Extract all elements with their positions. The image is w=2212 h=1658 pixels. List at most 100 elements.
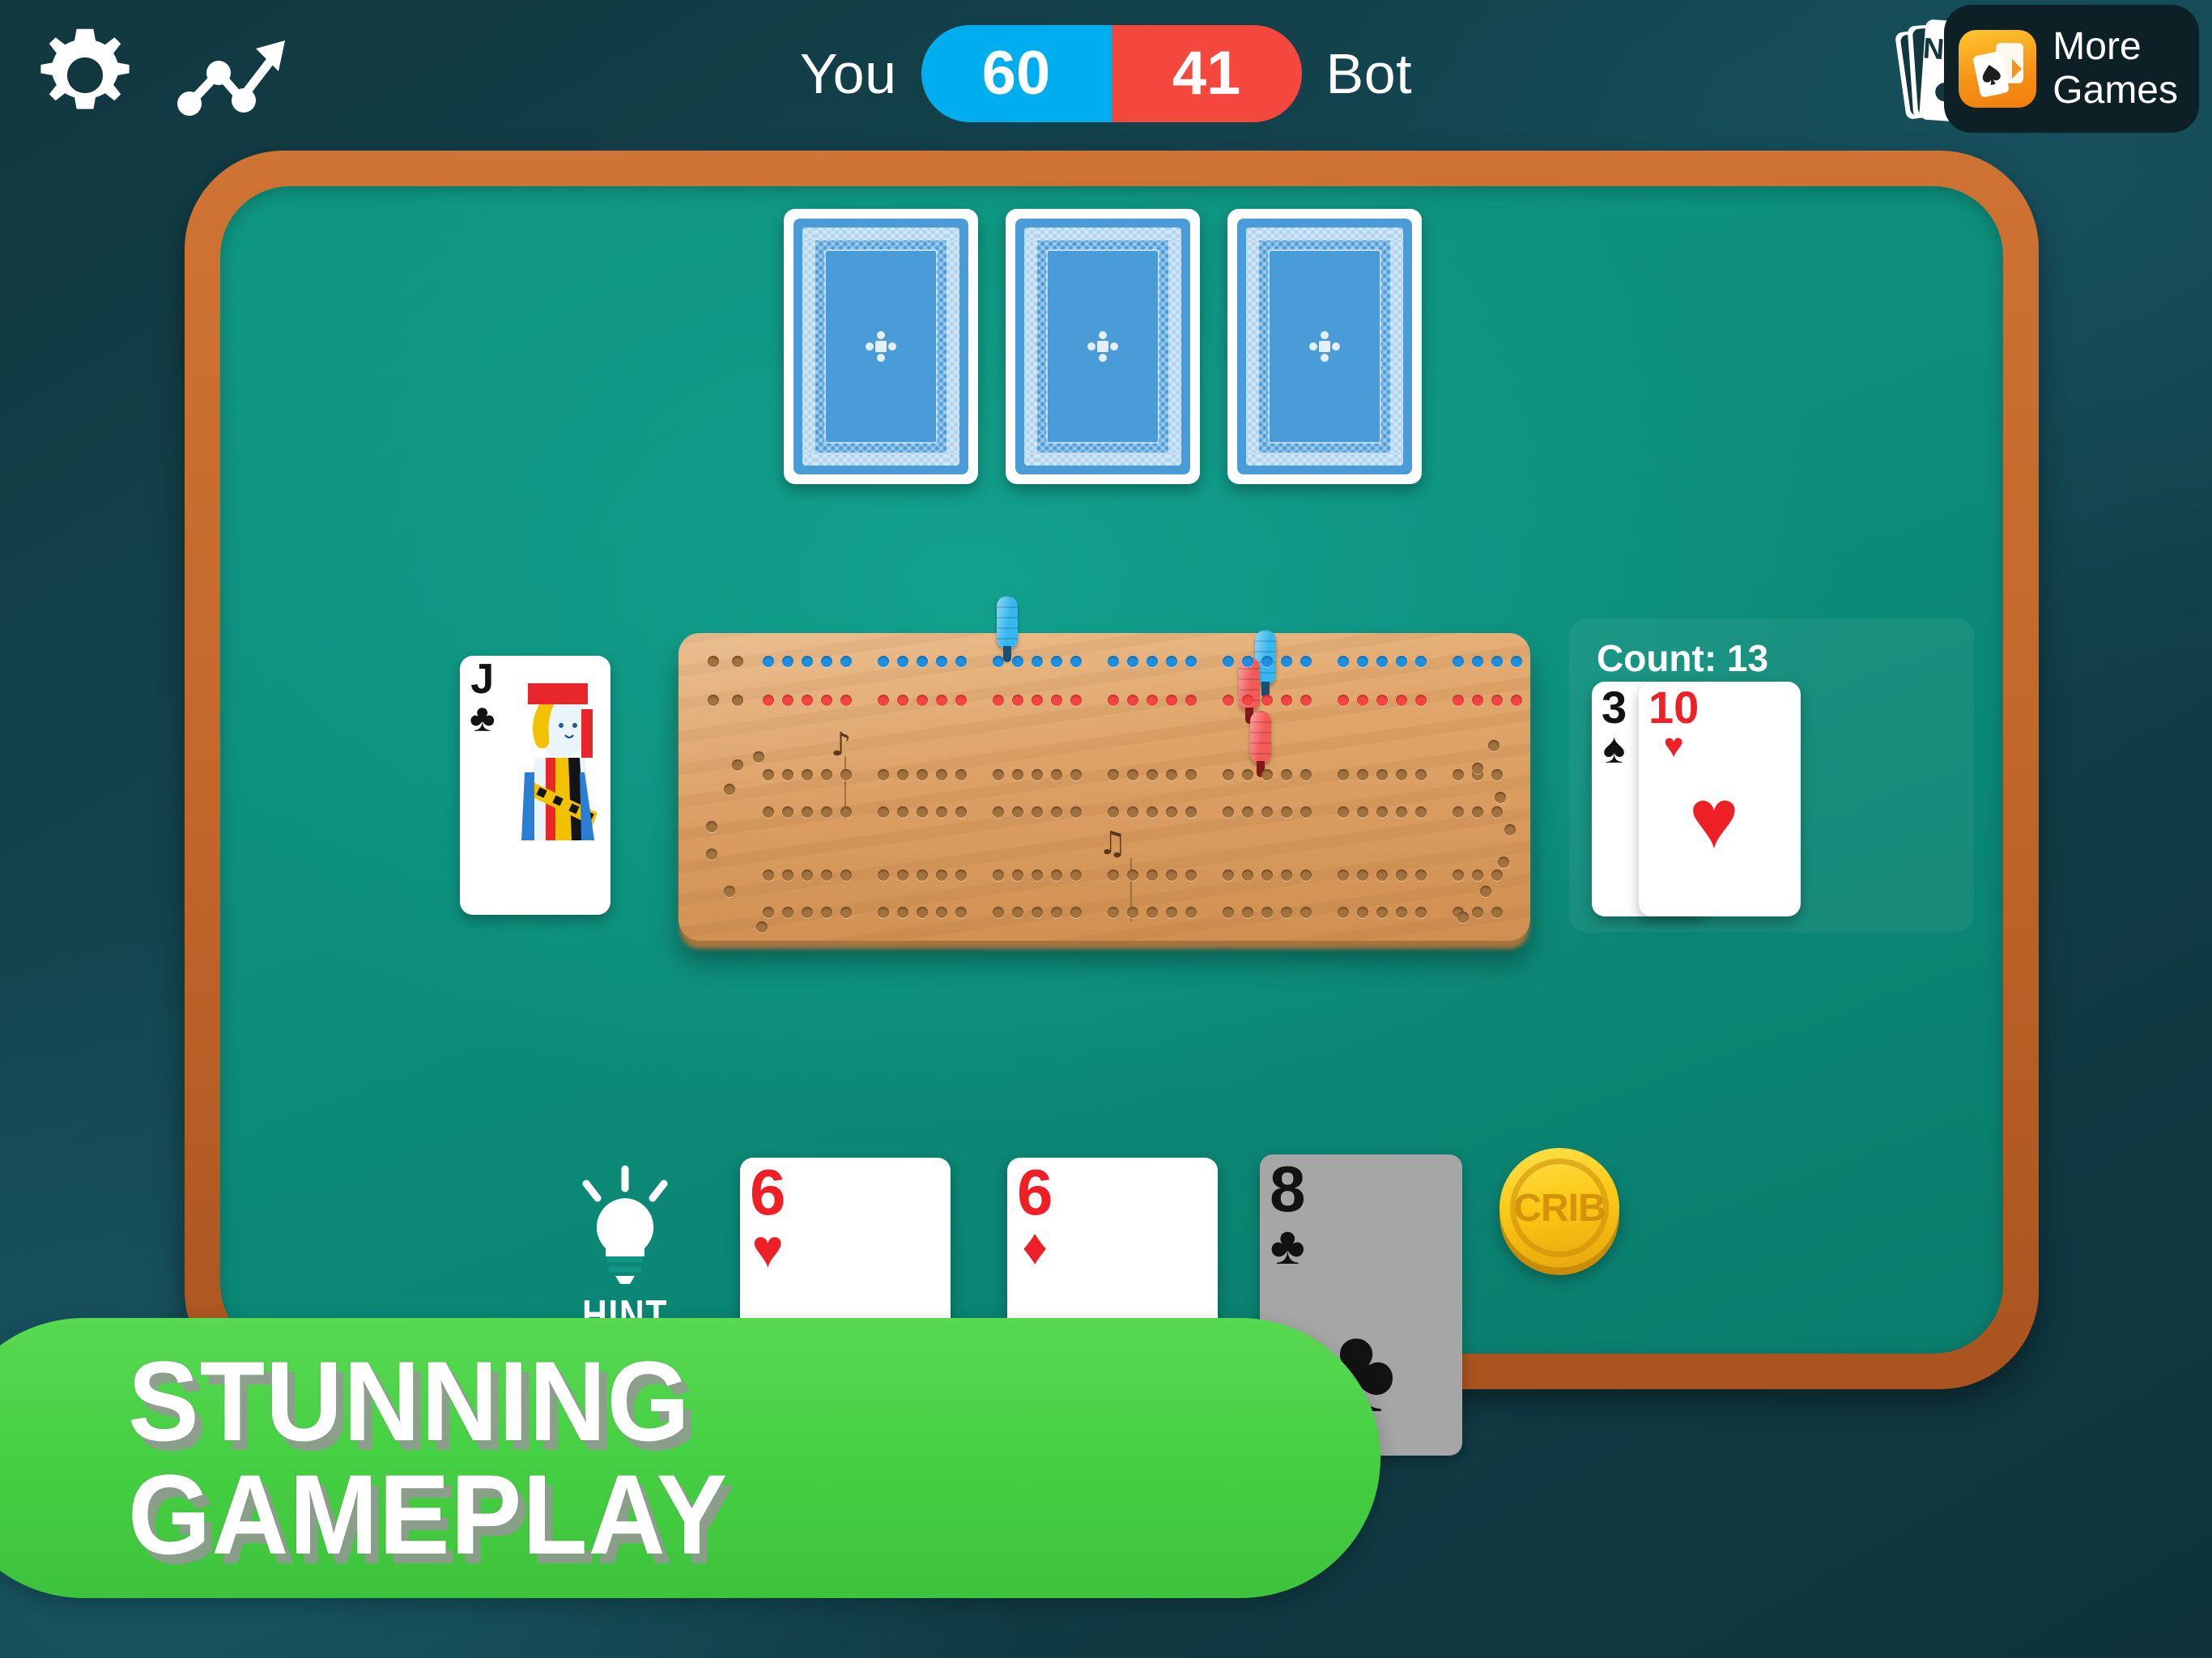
board-hole-red [1108, 695, 1119, 706]
board-hole [1012, 769, 1023, 780]
board-hole [1357, 769, 1368, 780]
board-hole [1338, 907, 1349, 918]
board-hole-red [1261, 695, 1273, 706]
board-hole-red [1472, 695, 1483, 706]
board-hole [1396, 806, 1407, 818]
board-hole [1472, 806, 1483, 818]
board-hole-red [763, 695, 774, 706]
board-hole-red [993, 695, 1004, 706]
board-hole [993, 869, 1004, 881]
board-hole [1357, 869, 1368, 881]
board-hole-blue [1166, 656, 1177, 667]
board-hole-blue [993, 656, 1004, 667]
hint-button[interactable]: HINT [559, 1164, 691, 1339]
board-hole-blue [802, 656, 813, 667]
board-hole [1281, 806, 1292, 818]
board-hole [1261, 769, 1273, 780]
played-card-1-rank: 3 [1602, 682, 1627, 733]
board-hole [1070, 907, 1082, 918]
board-hole-red [732, 695, 743, 706]
board-hole [1242, 769, 1253, 780]
board-hole-blue [917, 656, 928, 667]
game-screen: You 60 41 Bot NEW [0, 0, 2212, 1658]
board-hole [917, 869, 928, 881]
board-flourish-center: ♫ [1098, 825, 1127, 862]
board-hole-blue [1242, 656, 1253, 667]
board-hole-red [1070, 695, 1082, 706]
played-card-2-pip: ♥ [1689, 772, 1739, 866]
board-hole [1127, 769, 1138, 780]
starter-card-rank: J [470, 656, 495, 703]
board-hole [1242, 806, 1253, 818]
board-hole-red [708, 695, 719, 706]
board-hole [1453, 869, 1464, 881]
board-hole-blue [1032, 656, 1043, 667]
board-hole-red [782, 695, 793, 706]
board-hole [1223, 869, 1234, 881]
starter-card-corner: J ♣ [470, 656, 496, 738]
more-games-button[interactable]: More Games [1944, 5, 2199, 133]
board-hole [1032, 907, 1043, 918]
board-hole [1300, 806, 1312, 818]
board-hole [897, 769, 908, 780]
count-label: Count: 13 [1597, 637, 1769, 679]
board-hole [1185, 869, 1197, 881]
played-card-2-corner: 10 ♥ [1648, 682, 1699, 764]
crib-marker: CRIB [1499, 1148, 1619, 1268]
player-score: 60 [921, 25, 1112, 122]
more-games-line1: More [2052, 25, 2142, 69]
board-hole [753, 751, 764, 763]
promo-banner: STUNNING GAMEPLAY [0, 1318, 1380, 1598]
board-hole [1166, 806, 1177, 818]
board-hole [1242, 907, 1253, 918]
board-hole [1376, 907, 1388, 918]
board-hole [1012, 907, 1023, 918]
board-hole [1472, 907, 1483, 918]
board-hole [840, 907, 852, 918]
board-hole [1223, 806, 1234, 818]
board-hole [1261, 806, 1273, 818]
board-hole-red [936, 695, 947, 706]
board-hole [756, 921, 768, 933]
board-hole [1070, 769, 1082, 780]
board-hole [763, 869, 774, 881]
board-hole-red [1357, 695, 1368, 706]
board-hole-red [1376, 695, 1388, 706]
board-hole [1300, 769, 1312, 780]
board-hole [1491, 869, 1503, 881]
board-hole [1127, 869, 1138, 881]
board-hole [1166, 907, 1177, 918]
opponent-name: Bot [1325, 42, 1413, 105]
board-hole [1185, 769, 1197, 780]
board-hole-blue [1108, 656, 1119, 667]
board-hole [802, 907, 813, 918]
board-hole-blue [1281, 656, 1292, 667]
board-hole [802, 806, 813, 818]
board-hole-blue [840, 656, 852, 667]
board-hole-red [821, 695, 832, 706]
board-hole [782, 907, 793, 918]
board-hole [763, 769, 774, 780]
crib-label: CRIB [1513, 1186, 1606, 1230]
board-hole [1472, 763, 1483, 774]
hearts-icon: ♥ [1663, 725, 1684, 764]
board-hole-blue [732, 656, 743, 667]
board-hole [1051, 869, 1062, 881]
cribbage-board: ♪ ♫ [678, 596, 1530, 941]
board-hole [936, 869, 947, 881]
board-hole [1261, 869, 1273, 881]
board-hole [706, 848, 717, 860]
board-hole-blue [1396, 656, 1407, 667]
board-hole-blue [1051, 656, 1062, 667]
player-card-1-corner: 6 ♥ [750, 1160, 786, 1275]
opponent-card-3 [1227, 209, 1422, 484]
played-card-2-rank: 10 [1648, 682, 1699, 733]
board-hole [897, 806, 908, 818]
board-hole-red [878, 695, 889, 706]
board-hole [802, 769, 813, 780]
board-hole-red [1396, 695, 1407, 706]
board-hole [878, 769, 889, 780]
opponent-card-2 [1006, 209, 1200, 484]
board-hole [936, 907, 947, 918]
board-hole-blue [1511, 656, 1522, 667]
